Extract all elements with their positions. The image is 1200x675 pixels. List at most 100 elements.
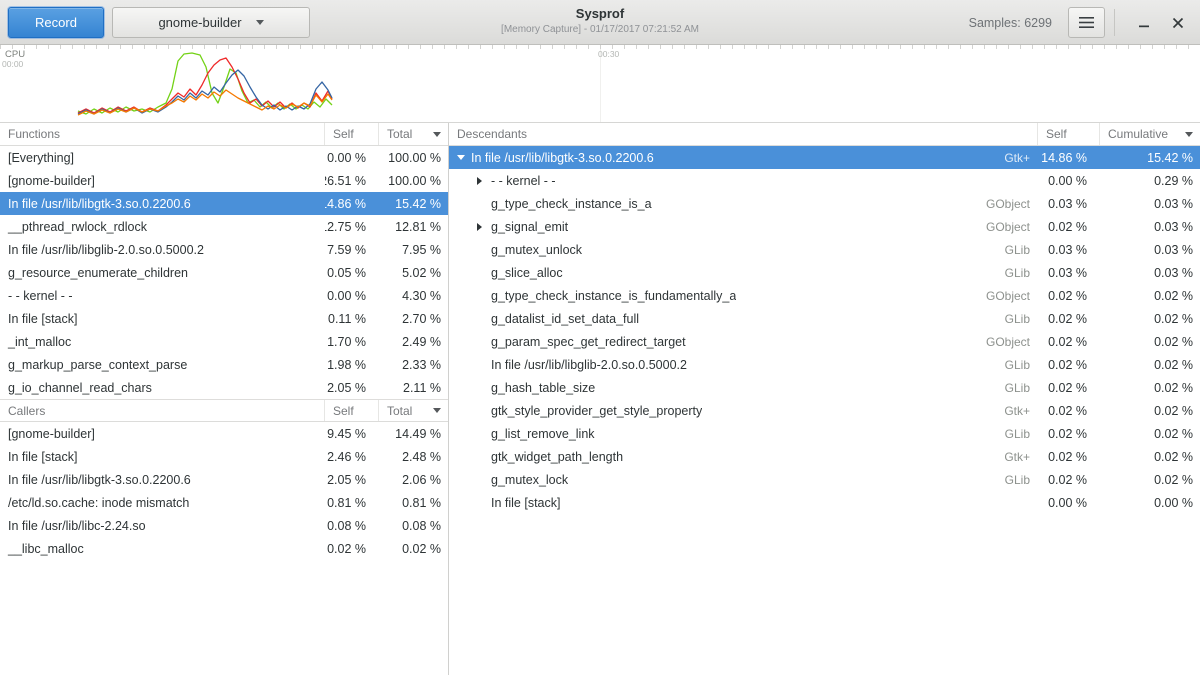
table-row[interactable]: In file [stack]0.00 %0.00 % [449,491,1200,514]
table-row[interactable]: - - kernel - -0.00 %4.30 % [0,284,448,307]
column-header-self[interactable]: Self [325,123,379,145]
column-header-descendants[interactable]: Descendants [449,123,1038,145]
cumulative-percent-cell: 0.02 % [1100,353,1200,376]
cumulative-percent-cell: 0.03 % [1100,261,1200,284]
expander-closed-icon[interactable] [477,223,491,231]
table-row[interactable]: gtk_widget_path_lengthGtk+0.02 %0.02 % [449,445,1200,468]
table-row[interactable]: __pthread_rwlock_rdlock12.75 %12.81 % [0,215,448,238]
table-row[interactable]: [gnome-builder]26.51 %100.00 % [0,169,448,192]
table-row[interactable]: In file /usr/lib/libglib-2.0.so.0.5000.2… [0,238,448,261]
title-block: Sysprof [Memory Capture] - 01/17/2017 07… [501,6,699,35]
table-row[interactable]: __libc_malloc0.02 %0.02 % [0,537,448,560]
column-header-cumulative[interactable]: Cumulative [1100,123,1200,145]
function-name-cell: g_resource_enumerate_children [0,261,325,284]
table-row[interactable]: g_hash_table_sizeGLib0.02 %0.02 % [449,376,1200,399]
table-row[interactable]: In file /usr/lib/libc-2.24.so0.08 %0.08 … [0,514,448,537]
process-selector[interactable]: gnome-builder [112,7,310,38]
function-name: g_datalist_id_set_data_full [491,312,639,326]
table-row[interactable]: g_io_channel_read_chars2.05 %2.11 % [0,376,448,399]
expander-closed-icon[interactable] [477,177,491,185]
sort-indicator-icon [1185,132,1193,137]
table-row[interactable]: g_mutex_unlockGLib0.03 %0.03 % [449,238,1200,261]
function-name-cell: g_mutex_unlockGLib [449,238,1038,261]
table-row[interactable]: In file /usr/lib/libgtk-3.so.0.2200.62.0… [0,468,448,491]
self-percent-cell: 0.08 % [325,514,379,537]
table-row[interactable]: g_slice_allocGLib0.03 %0.03 % [449,261,1200,284]
process-selector-label: gnome-builder [158,15,241,30]
table-row[interactable]: /etc/ld.so.cache: inode mismatch0.81 %0.… [0,491,448,514]
cpu-graph[interactable]: CPU 00:00 00:30 [0,45,1200,123]
self-percent-cell: 0.02 % [1038,422,1100,445]
table-row[interactable]: g_list_remove_linkGLib0.02 %0.02 % [449,422,1200,445]
column-header-self[interactable]: Self [325,400,379,421]
function-name-cell: g_param_spec_get_redirect_targetGObject [449,330,1038,353]
right-pane: Descendants Self Cumulative In file /usr… [449,123,1200,675]
table-row[interactable]: g_signal_emitGObject0.02 %0.03 % [449,215,1200,238]
library-tag: GLib [995,266,1038,280]
callers-table-header: Callers Self Total [0,399,448,422]
record-button[interactable]: Record [8,7,104,38]
self-percent-cell: 2.05 % [325,468,379,491]
column-header-total[interactable]: Total [379,123,448,145]
table-row[interactable]: g_datalist_id_set_data_fullGLib0.02 %0.0… [449,307,1200,330]
close-button[interactable] [1164,9,1192,37]
self-percent-cell: 0.00 % [325,146,379,169]
table-row[interactable]: [gnome-builder]9.45 %14.49 % [0,422,448,445]
table-row[interactable]: [Everything]0.00 %100.00 % [0,146,448,169]
self-percent-cell: 0.03 % [1038,261,1100,284]
table-row[interactable]: In file /usr/lib/libgtk-3.so.0.2200.614.… [0,192,448,215]
column-header-total-label: Total [387,404,412,418]
window-title: Sysprof [501,6,699,21]
self-percent-cell: 0.02 % [1038,284,1100,307]
table-row[interactable]: In file /usr/lib/libgtk-3.so.0.2200.6Gtk… [449,146,1200,169]
cumulative-percent-cell: 0.02 % [1100,307,1200,330]
table-row[interactable]: g_param_spec_get_redirect_targetGObject0… [449,330,1200,353]
table-row[interactable]: g_mutex_lockGLib0.02 %0.02 % [449,468,1200,491]
sort-indicator-icon [433,132,441,137]
function-name-cell: g_signal_emitGObject [449,215,1038,238]
column-header-total-label: Total [387,127,412,141]
self-percent-cell: 0.02 % [1038,353,1100,376]
function-name-cell: In file [stack] [0,307,325,330]
self-percent-cell: 1.70 % [325,330,379,353]
table-row[interactable]: In file [stack]2.46 %2.48 % [0,445,448,468]
total-percent-cell: 14.49 % [379,422,448,445]
table-row[interactable]: _int_malloc1.70 %2.49 % [0,330,448,353]
self-percent-cell: 0.03 % [1038,192,1100,215]
functions-table-body: [Everything]0.00 %100.00 %[gnome-builder… [0,146,448,399]
function-name-cell: g_hash_table_sizeGLib [449,376,1038,399]
column-header-self[interactable]: Self [1038,123,1100,145]
timeline-mid-label: 00:30 [598,49,619,59]
table-row[interactable]: In file /usr/lib/libglib-2.0.so.0.5000.2… [449,353,1200,376]
library-tag: GObject [976,289,1038,303]
function-name: g_mutex_lock [491,473,568,487]
self-percent-cell: 0.02 % [1038,399,1100,422]
table-row[interactable]: g_markup_parse_context_parse1.98 %2.33 % [0,353,448,376]
library-tag: GLib [995,473,1038,487]
table-row[interactable]: g_resource_enumerate_children0.05 %5.02 … [0,261,448,284]
function-name-cell: In file [stack] [449,491,1038,514]
function-name-cell: g_slice_allocGLib [449,261,1038,284]
table-row[interactable]: In file [stack]0.11 %2.70 % [0,307,448,330]
self-percent-cell: 7.59 % [325,238,379,261]
self-percent-cell: 14.86 % [1038,146,1100,169]
self-percent-cell: 0.02 % [1038,307,1100,330]
column-header-functions[interactable]: Functions [0,123,325,145]
function-name-cell: [gnome-builder] [0,422,325,445]
column-header-total[interactable]: Total [379,400,448,421]
cumulative-percent-cell: 0.02 % [1100,445,1200,468]
expander-open-icon[interactable] [457,155,471,160]
minimize-button[interactable] [1130,9,1158,37]
function-name-cell: - - kernel - - [0,284,325,307]
cumulative-percent-cell: 0.03 % [1100,215,1200,238]
menu-button[interactable] [1068,7,1105,38]
header-separator [1114,9,1115,36]
function-name-cell: g_datalist_id_set_data_fullGLib [449,307,1038,330]
table-row[interactable]: g_type_check_instance_is_fundamentally_a… [449,284,1200,307]
header-right-controls: Samples: 6299 [969,7,1192,38]
table-row[interactable]: g_type_check_instance_is_aGObject0.03 %0… [449,192,1200,215]
column-header-callers[interactable]: Callers [0,400,325,421]
table-row[interactable]: gtk_style_provider_get_style_propertyGtk… [449,399,1200,422]
total-percent-cell: 2.70 % [379,307,448,330]
table-row[interactable]: - - kernel - -0.00 %0.29 % [449,169,1200,192]
